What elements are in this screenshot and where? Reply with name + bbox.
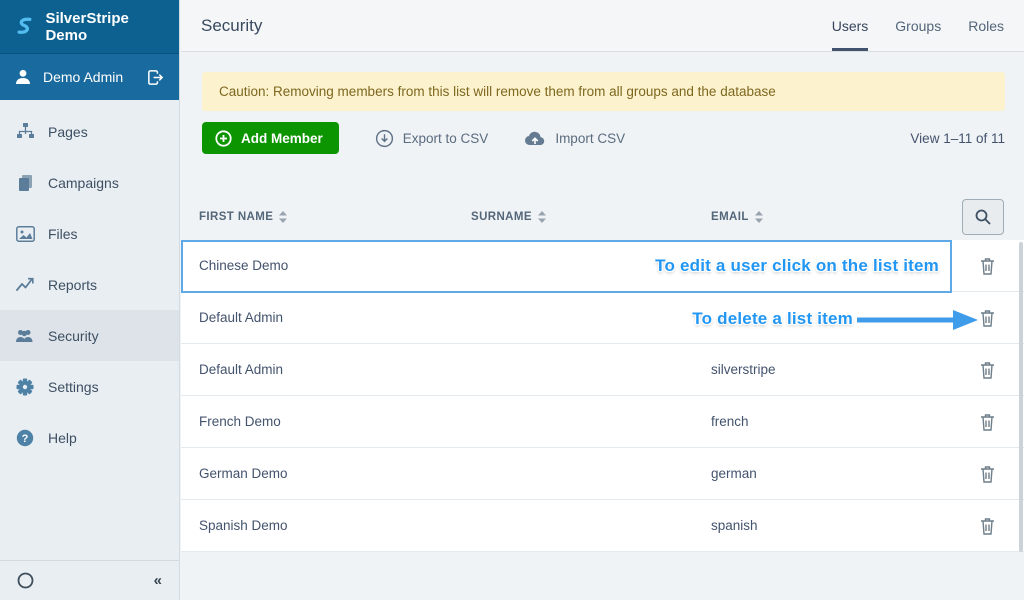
scrollbar-thumb[interactable]	[1019, 242, 1023, 552]
member-row[interactable]: Default Admin silverstripe	[181, 344, 1024, 396]
trash-icon	[980, 309, 995, 327]
delete-member-button[interactable]	[976, 357, 999, 383]
trash-icon	[980, 361, 995, 379]
sidebar-item-label: Pages	[48, 124, 88, 140]
tab-roles[interactable]: Roles	[968, 0, 1004, 51]
sidebar-footer: «	[0, 560, 179, 600]
gear-icon	[15, 378, 35, 396]
sidebar-item-help[interactable]: ? Help	[0, 412, 179, 463]
sidebar-item-label: Help	[48, 430, 77, 446]
sidebar-item-pages[interactable]: Pages	[0, 106, 179, 157]
brand-header: SilverStripe Demo	[0, 0, 179, 53]
column-header-first-name[interactable]: FIRST NAME	[181, 211, 453, 223]
status-circle-icon[interactable]	[17, 572, 34, 589]
delete-member-button[interactable]	[976, 253, 999, 279]
sidebar-item-label: Reports	[48, 277, 97, 293]
sidebar-item-label: Security	[48, 328, 99, 344]
grid-header: FIRST NAME SURNAME EMAIL	[181, 194, 1024, 240]
members-grid: FIRST NAME SURNAME EMAIL	[181, 194, 1024, 552]
collapse-sidebar-button[interactable]: «	[154, 572, 162, 589]
export-csv-button[interactable]: Export to CSV	[375, 129, 489, 148]
import-csv-button[interactable]: Import CSV	[524, 130, 625, 146]
pagination-label: View 1–11 of 11	[910, 131, 1005, 146]
member-row[interactable]: Spanish Demo spanish	[181, 500, 1024, 552]
sidebar-item-security[interactable]: Security	[0, 310, 179, 361]
member-row[interactable]: Default Admin	[181, 292, 1024, 344]
member-row[interactable]: French Demo french	[181, 396, 1024, 448]
group-icon	[15, 328, 35, 343]
trash-icon	[980, 257, 995, 275]
main-header: Security Users Groups Roles	[181, 0, 1024, 52]
user-icon	[14, 68, 32, 86]
trash-icon	[980, 413, 995, 431]
export-csv-label: Export to CSV	[403, 131, 489, 146]
delete-member-button[interactable]	[976, 305, 999, 331]
content: Caution: Removing members from this list…	[181, 72, 1024, 600]
user-name: Demo Admin	[43, 69, 135, 85]
image-icon	[15, 226, 35, 242]
sidebar-item-label: Settings	[48, 379, 99, 395]
trash-icon	[980, 517, 995, 535]
logout-icon[interactable]	[146, 68, 165, 87]
sort-icon[interactable]	[538, 211, 546, 223]
delete-member-button[interactable]	[976, 513, 999, 539]
trash-icon	[980, 465, 995, 483]
main-panel: Security Users Groups Roles Caution: Rem…	[181, 0, 1024, 600]
download-circle-icon	[375, 129, 394, 148]
add-member-label: Add Member	[241, 131, 323, 146]
campaigns-icon	[15, 174, 35, 192]
column-header-surname[interactable]: SURNAME	[453, 211, 693, 223]
add-member-button[interactable]: Add Member	[202, 122, 339, 154]
tab-groups[interactable]: Groups	[895, 0, 941, 51]
sitemap-icon	[15, 123, 35, 140]
silverstripe-logo-icon	[12, 14, 36, 40]
brand-title: SilverStripe Demo	[45, 10, 167, 44]
sidebar-item-label: Files	[48, 226, 78, 242]
caution-banner: Caution: Removing members from this list…	[202, 72, 1005, 111]
search-icon	[974, 208, 992, 226]
delete-member-button[interactable]	[976, 409, 999, 435]
sidebar-item-reports[interactable]: Reports	[0, 259, 179, 310]
search-button[interactable]	[962, 199, 1004, 235]
import-csv-label: Import CSV	[555, 131, 625, 146]
chart-icon	[15, 277, 35, 292]
cloud-upload-icon	[524, 130, 546, 146]
sort-icon[interactable]	[755, 211, 763, 223]
member-row[interactable]: Chinese Demo	[181, 240, 1024, 292]
tabs: Users Groups Roles	[832, 0, 1004, 51]
sidebar: SilverStripe Demo Demo Admin Pages Campa…	[0, 0, 180, 600]
user-menu[interactable]: Demo Admin	[0, 53, 179, 100]
page-title: Security	[201, 16, 262, 36]
sidebar-item-files[interactable]: Files	[0, 208, 179, 259]
sort-icon[interactable]	[279, 211, 287, 223]
toolbar: Add Member Export to CSV Import CSV View…	[202, 122, 1005, 154]
tab-users[interactable]: Users	[832, 0, 869, 51]
sidebar-nav: Pages Campaigns Files Reports Security	[0, 100, 179, 463]
column-header-email[interactable]: EMAIL	[693, 211, 950, 223]
sidebar-item-campaigns[interactable]: Campaigns	[0, 157, 179, 208]
sidebar-item-label: Campaigns	[48, 175, 119, 191]
sidebar-item-settings[interactable]: Settings	[0, 361, 179, 412]
member-row[interactable]: German Demo german	[181, 448, 1024, 500]
svg-text:?: ?	[22, 433, 29, 445]
plus-circle-icon	[215, 130, 232, 147]
delete-member-button[interactable]	[976, 461, 999, 487]
help-icon: ?	[15, 429, 35, 447]
